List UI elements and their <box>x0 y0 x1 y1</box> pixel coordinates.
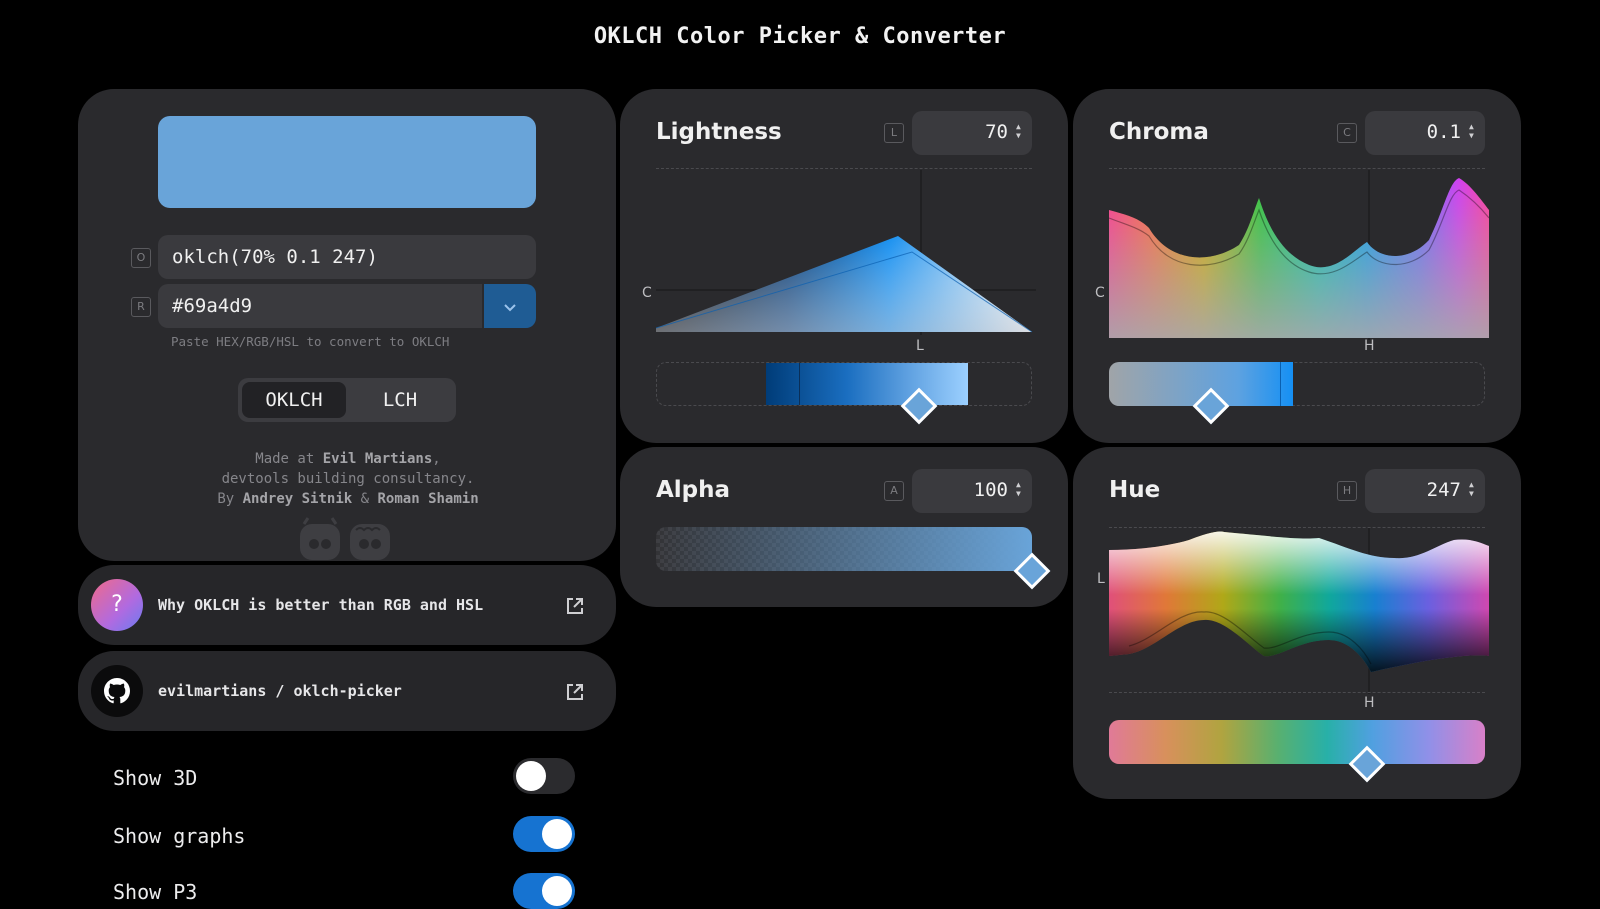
divider <box>1109 168 1485 169</box>
oklch-shortcut-key: O <box>131 248 151 268</box>
page-title: OKLCH Color Picker & Converter <box>593 24 1007 49</box>
toggle-knob <box>516 761 546 791</box>
hue-value: 247 <box>1426 479 1461 501</box>
alpha-stepper[interactable]: ▲ ▼ <box>1016 480 1021 498</box>
hue-stepper[interactable]: ▲ ▼ <box>1469 480 1474 498</box>
show-3d-label: Show 3D <box>113 766 198 790</box>
lightness-chart <box>656 170 1036 335</box>
external-link-icon <box>565 682 585 706</box>
external-link-icon <box>565 596 585 620</box>
chroma-stepper[interactable]: ▲ ▼ <box>1469 122 1474 140</box>
github-repo-label: evilmartians / oklch-picker <box>158 682 402 700</box>
convert-hint: Paste HEX/RGB/HSL to convert to OKLCH <box>171 334 450 349</box>
chroma-shortcut-key: C <box>1337 123 1357 143</box>
toggle-knob <box>542 876 572 906</box>
lightness-value: 70 <box>985 121 1008 143</box>
why-oklch-label: Why OKLCH is better than RGB and HSL <box>158 596 484 614</box>
hue-title: Hue <box>1109 477 1161 503</box>
divider <box>1109 692 1485 693</box>
hue-slider-track[interactable] <box>1109 720 1485 764</box>
lightness-stepper[interactable]: ▲ ▼ <box>1016 122 1021 140</box>
hue-shortcut-key: H <box>1337 481 1357 501</box>
hex-input[interactable]: #69a4d9 <box>158 284 482 328</box>
hue-x-axis-label: H <box>1364 695 1375 711</box>
hue-chart <box>1109 528 1489 694</box>
alpha-value: 100 <box>973 479 1008 501</box>
rgb-shortcut-key: R <box>131 297 151 317</box>
lightness-y-axis-label: C <box>642 285 652 301</box>
oklch-input[interactable]: oklch(70% 0.1 247) <box>158 235 536 279</box>
lightness-title: Lightness <box>656 119 782 145</box>
hue-y-axis-label: L <box>1097 571 1105 587</box>
chroma-title: Chroma <box>1109 119 1209 145</box>
lightness-slider-marker <box>799 363 800 405</box>
chroma-value: 0.1 <box>1426 121 1461 143</box>
alpha-title: Alpha <box>656 477 731 503</box>
chroma-x-axis-label: H <box>1364 338 1375 354</box>
github-icon <box>91 665 143 717</box>
alpha-shortcut-key: A <box>884 481 904 501</box>
lightness-slider-gradient <box>766 363 968 405</box>
mode-lch-tab[interactable]: LCH <box>348 382 452 418</box>
mode-oklch-tab[interactable]: OKLCH <box>242 382 346 418</box>
author-link-1[interactable]: Andrey Sitnik <box>243 491 353 507</box>
chroma-slider-marker <box>1280 362 1281 406</box>
company-link[interactable]: Evil Martians <box>323 451 433 467</box>
show-3d-toggle[interactable] <box>513 758 575 794</box>
divider <box>656 168 1032 169</box>
alpha-slider-gradient <box>656 527 1032 571</box>
lightness-shortcut-key: L <box>884 123 904 143</box>
credits-text: Made at Evil Martians, devtools building… <box>217 451 479 507</box>
chroma-y-axis-label: C <box>1095 285 1105 301</box>
color-preview-swatch <box>158 116 536 208</box>
author-link-2[interactable]: Roman Shamin <box>378 491 479 507</box>
show-graphs-label: Show graphs <box>113 824 246 848</box>
show-graphs-toggle[interactable] <box>513 816 575 852</box>
question-icon: ? <box>91 579 143 631</box>
martians-logo <box>300 517 390 560</box>
chevron-down-icon <box>503 297 517 316</box>
format-dropdown-button[interactable] <box>484 284 536 328</box>
show-p3-label: Show P3 <box>113 880 198 904</box>
chroma-chart <box>1109 170 1489 340</box>
lightness-x-axis-label: L <box>916 338 924 354</box>
show-p3-toggle[interactable] <box>513 873 575 909</box>
toggle-knob <box>542 819 572 849</box>
